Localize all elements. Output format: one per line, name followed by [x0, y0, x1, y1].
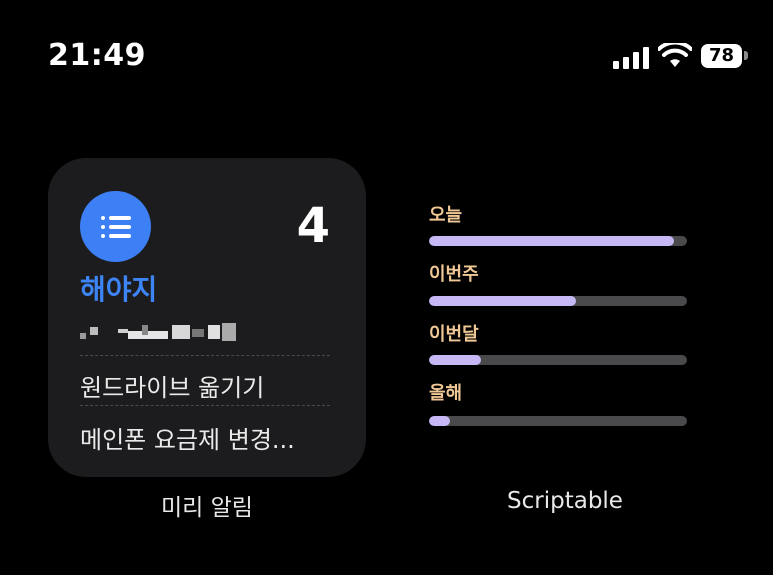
divider: [80, 405, 330, 406]
list-title: 해야지: [80, 273, 158, 306]
progress-today: [429, 236, 687, 246]
status-time: 21:49: [48, 38, 146, 73]
stat-label-week: 이번주: [429, 264, 479, 285]
cellular-signal-icon: [613, 45, 649, 69]
divider: [80, 355, 330, 356]
stat-label-today: 오늘: [429, 205, 463, 226]
reminders-widget[interactable]: 4 해야지 원드라이브 옮기기 메인폰 요금제 변경...: [48, 158, 366, 477]
redacted-reminder: [80, 321, 240, 345]
progress-week: [429, 296, 687, 306]
wifi-icon: [658, 43, 692, 67]
progress-fill: [429, 355, 481, 365]
reminder-count: 4: [296, 198, 330, 254]
stat-label-month: 이번달: [429, 324, 479, 345]
reminder-item[interactable]: 원드라이브 옮기기: [80, 368, 264, 403]
progress-fill: [429, 416, 450, 426]
reminders-caption: 미리 알림: [161, 495, 253, 521]
progress-month: [429, 355, 687, 365]
battery-tip: [744, 51, 748, 60]
progress-fill: [429, 236, 675, 246]
progress-fill: [429, 296, 577, 306]
scriptable-caption: Scriptable: [507, 488, 623, 514]
reminder-item[interactable]: 메인폰 요금제 변경...: [80, 420, 295, 455]
battery-icon: 78: [701, 44, 742, 68]
list-icon: [80, 191, 151, 262]
progress-year: [429, 416, 687, 426]
stat-label-year: 올해: [429, 383, 463, 404]
